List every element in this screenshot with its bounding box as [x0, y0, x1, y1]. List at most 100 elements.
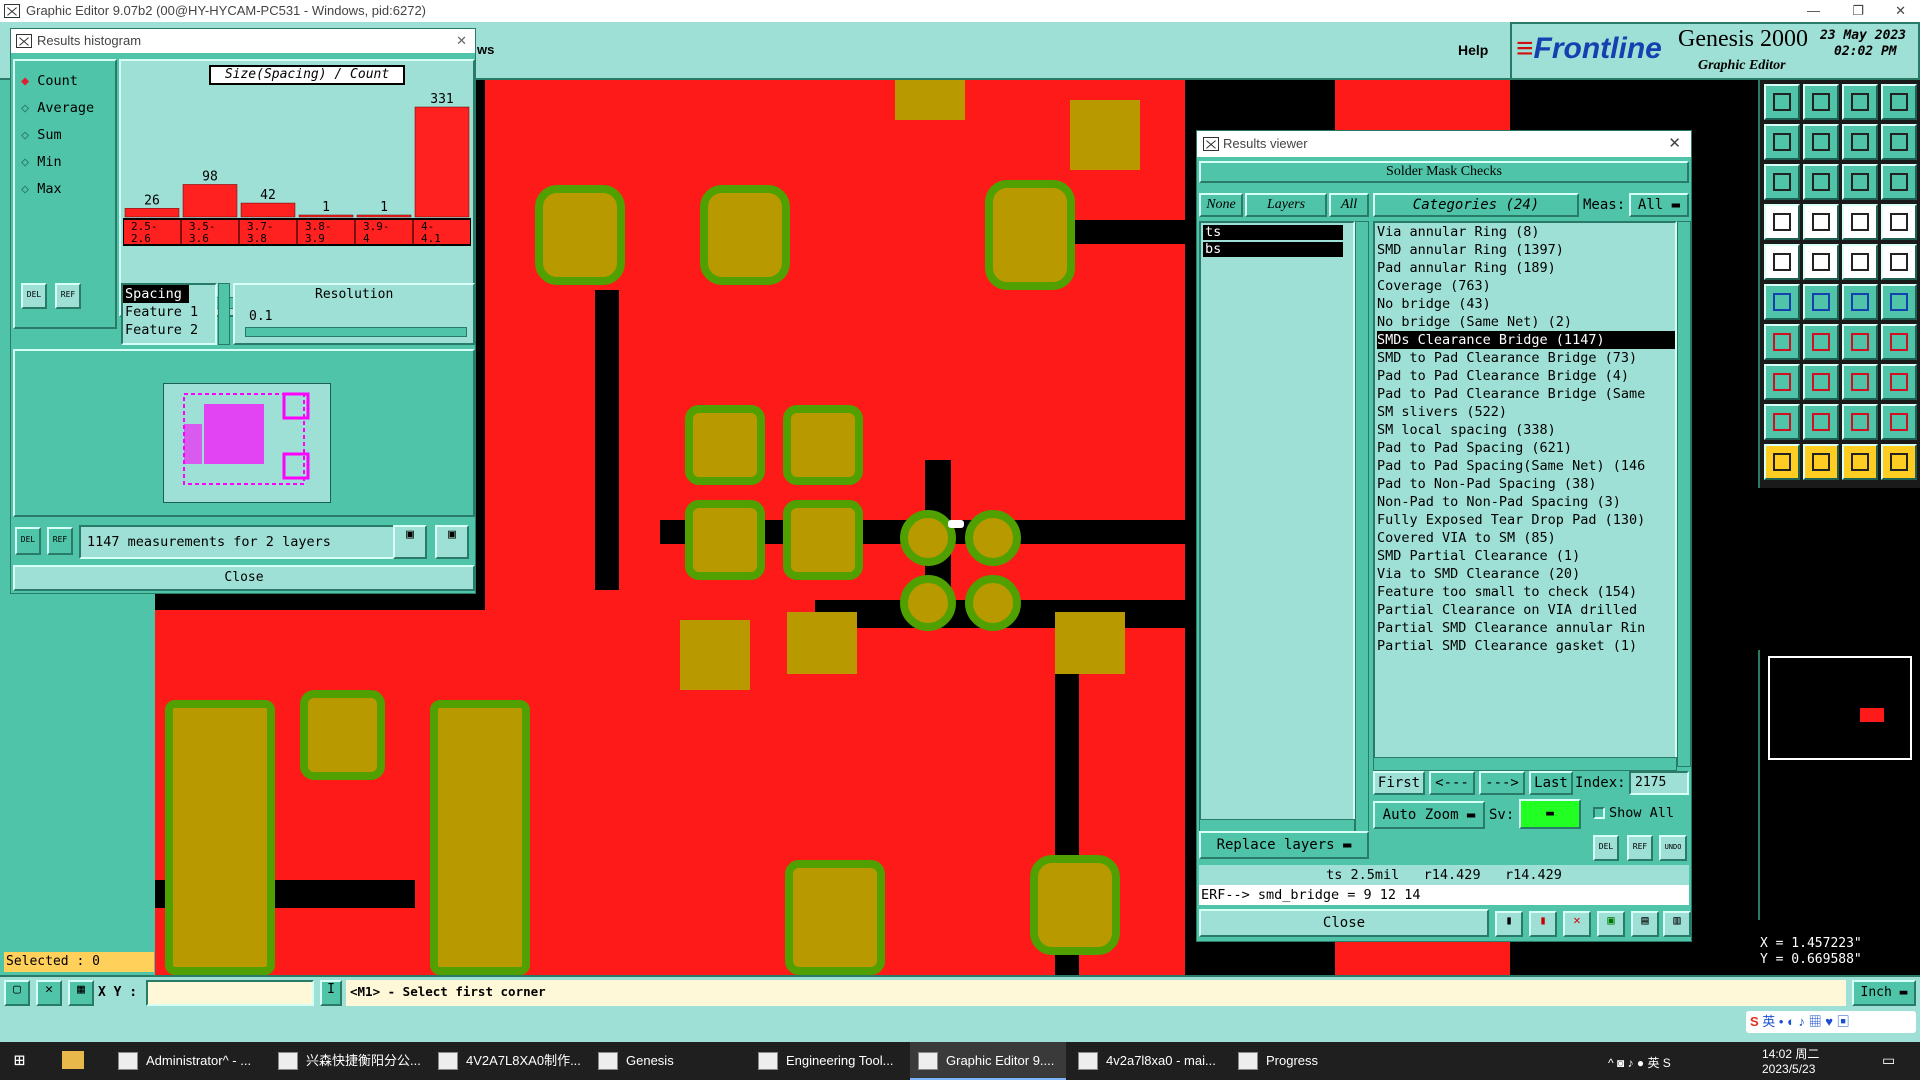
- toolbar-triangle-b-button[interactable]: [1842, 404, 1878, 440]
- zoom-selection-button[interactable]: ▣: [435, 525, 469, 559]
- minimize-button[interactable]: —: [1807, 0, 1820, 22]
- show-all-checkbox[interactable]: [1593, 807, 1605, 819]
- cursor-mode-button[interactable]: I: [320, 980, 342, 1006]
- toolbar-slash-button[interactable]: [1803, 324, 1839, 360]
- toolbar-layer-a-button[interactable]: [1842, 204, 1878, 240]
- category-item[interactable]: No bridge (43): [1377, 295, 1675, 313]
- toolbar-layout-button[interactable]: [1881, 84, 1917, 120]
- toolbar-copy-button[interactable]: [1881, 364, 1917, 400]
- file-explorer-icon[interactable]: [62, 1051, 84, 1069]
- category-item[interactable]: Feature too small to check (154): [1377, 583, 1675, 601]
- next-button[interactable]: --->: [1479, 771, 1525, 795]
- layers-list[interactable]: ts bs: [1199, 221, 1355, 835]
- toolbar-layer-b-button[interactable]: [1881, 204, 1917, 240]
- toolbar-pointer-b-button[interactable]: [1803, 444, 1839, 480]
- results-close-x[interactable]: ✕: [1668, 131, 1681, 157]
- category-item[interactable]: Pad to Pad Spacing(Same Net) (146: [1377, 457, 1675, 475]
- preview-ref-button[interactable]: REF: [47, 527, 73, 555]
- toolbar-triangle-c-button[interactable]: [1881, 404, 1917, 440]
- select-tool-button[interactable]: ▢: [4, 980, 30, 1006]
- xy-input[interactable]: [146, 980, 314, 1006]
- toolbar-triangle-button[interactable]: [1764, 404, 1800, 440]
- ime-toolbar[interactable]: S 英 • ◐ ♪ ▦ ♥ ▣: [1746, 1011, 1916, 1033]
- histogram-option-min[interactable]: ◇ Min: [21, 152, 62, 172]
- category-item[interactable]: SMD Partial Clearance (1): [1377, 547, 1675, 565]
- layer-item[interactable]: bs: [1203, 242, 1343, 257]
- meas-select[interactable]: All ▬: [1629, 193, 1689, 217]
- toolbar-route-button[interactable]: [1881, 324, 1917, 360]
- results-ref-button[interactable]: REF: [1627, 835, 1653, 861]
- toolbar-circle-button[interactable]: [1881, 244, 1917, 280]
- layers-header-button[interactable]: Layers: [1245, 193, 1327, 217]
- category-item[interactable]: Pad to Pad Clearance Bridge (4): [1377, 367, 1675, 385]
- toolbar-split-button[interactable]: [1881, 124, 1917, 160]
- toolbar-minus-button[interactable]: [1803, 364, 1839, 400]
- histogram-close-x[interactable]: ✕: [456, 29, 467, 53]
- toolbar-triangle-a-button[interactable]: [1803, 404, 1839, 440]
- layers-vscroll[interactable]: [1355, 221, 1369, 835]
- toolbar-snap-button[interactable]: [1842, 284, 1878, 320]
- layers-none-button[interactable]: None: [1199, 193, 1243, 217]
- toolbar-pad-button[interactable]: [1764, 364, 1800, 400]
- help-menu[interactable]: Help: [1458, 42, 1488, 58]
- toolbar-help-button[interactable]: [1881, 164, 1917, 200]
- taskbar-item[interactable]: Progress: [1230, 1042, 1386, 1080]
- toolbar-arc-button[interactable]: [1842, 324, 1878, 360]
- category-item[interactable]: Pad annular Ring (189): [1377, 259, 1675, 277]
- overview-map[interactable]: [1758, 650, 1920, 920]
- spacing-list-item[interactable]: Spacing: [123, 285, 189, 303]
- taskbar-item[interactable]: 4V2A7L8XA0制作...: [430, 1042, 586, 1080]
- results-tool-4[interactable]: ▣: [1597, 911, 1625, 937]
- results-tool-6[interactable]: ▥: [1663, 911, 1691, 937]
- category-item[interactable]: Coverage (763): [1377, 277, 1675, 295]
- spacing-list-item[interactable]: Feature 1: [123, 303, 215, 321]
- toolbar-measure-button[interactable]: [1842, 244, 1878, 280]
- toolbar-undo-button[interactable]: [1764, 124, 1800, 160]
- results-close-button[interactable]: Close: [1199, 909, 1489, 937]
- sv-color-select[interactable]: ▬: [1519, 799, 1581, 829]
- zoom-histogram-button[interactable]: ▣: [393, 525, 427, 559]
- category-item[interactable]: Via to SMD Clearance (20): [1377, 565, 1675, 583]
- auto-zoom-select[interactable]: Auto Zoom ▬: [1373, 801, 1485, 829]
- histogram-bar[interactable]: [414, 106, 470, 218]
- toolbar-home-button[interactable]: [1842, 84, 1878, 120]
- histogram-ref-button[interactable]: REF: [55, 283, 81, 309]
- toolbar-cross-button[interactable]: [1803, 284, 1839, 320]
- layer-thumbnail[interactable]: [163, 383, 331, 503]
- histogram-option-sum[interactable]: ◇ Sum: [21, 125, 62, 145]
- results-del-button[interactable]: DEL: [1593, 835, 1619, 861]
- results-tool-3[interactable]: ✕: [1563, 911, 1591, 937]
- grid-tool-button[interactable]: ▦: [68, 980, 94, 1006]
- toolbar-scale-button[interactable]: [1842, 164, 1878, 200]
- results-tool-5[interactable]: ▤: [1631, 911, 1659, 937]
- layer-item[interactable]: ts: [1203, 225, 1343, 240]
- toolbar-save-button[interactable]: [1803, 84, 1839, 120]
- index-field[interactable]: 2175: [1629, 771, 1689, 795]
- replace-layers-select[interactable]: Replace layers ▬: [1199, 831, 1369, 859]
- taskbar-item[interactable]: 4v2a7l8xa0 - mai...: [1070, 1042, 1226, 1080]
- category-item[interactable]: Partial SMD Clearance annular Rin: [1377, 619, 1675, 637]
- results-tool-1[interactable]: ▮: [1495, 911, 1523, 937]
- categories-header-button[interactable]: Categories (24): [1373, 193, 1579, 217]
- toolbar-pin-button[interactable]: [1881, 284, 1917, 320]
- histogram-bar[interactable]: [124, 208, 180, 218]
- category-item[interactable]: Non-Pad to Non-Pad Spacing (3): [1377, 493, 1675, 511]
- category-item[interactable]: SMD annular Ring (1397): [1377, 241, 1675, 259]
- start-icon[interactable]: ⊞: [14, 1050, 25, 1071]
- toolbar-edit-button[interactable]: [1803, 244, 1839, 280]
- category-item[interactable]: SM local spacing (338): [1377, 421, 1675, 439]
- categories-vscroll[interactable]: [1677, 221, 1691, 767]
- histogram-option-max[interactable]: ◇ Max: [21, 179, 62, 199]
- category-item[interactable]: SM slivers (522): [1377, 403, 1675, 421]
- layers-all-button[interactable]: All: [1329, 193, 1369, 217]
- taskbar-item[interactable]: Administrator^ - ...: [110, 1042, 266, 1080]
- toolbar-pointer-c-button[interactable]: [1842, 444, 1878, 480]
- toolbar-box-button[interactable]: [1842, 364, 1878, 400]
- close-window-button[interactable]: ✕: [1895, 0, 1906, 22]
- category-item[interactable]: Covered VIA to SM (85): [1377, 529, 1675, 547]
- cancel-tool-button[interactable]: ✕: [36, 980, 62, 1006]
- histogram-option-count[interactable]: ◆ Count: [21, 71, 78, 91]
- toolbar-step-button[interactable]: [1764, 204, 1800, 240]
- prev-button[interactable]: <---: [1429, 771, 1475, 795]
- spacing-list-vscroll[interactable]: [218, 283, 230, 345]
